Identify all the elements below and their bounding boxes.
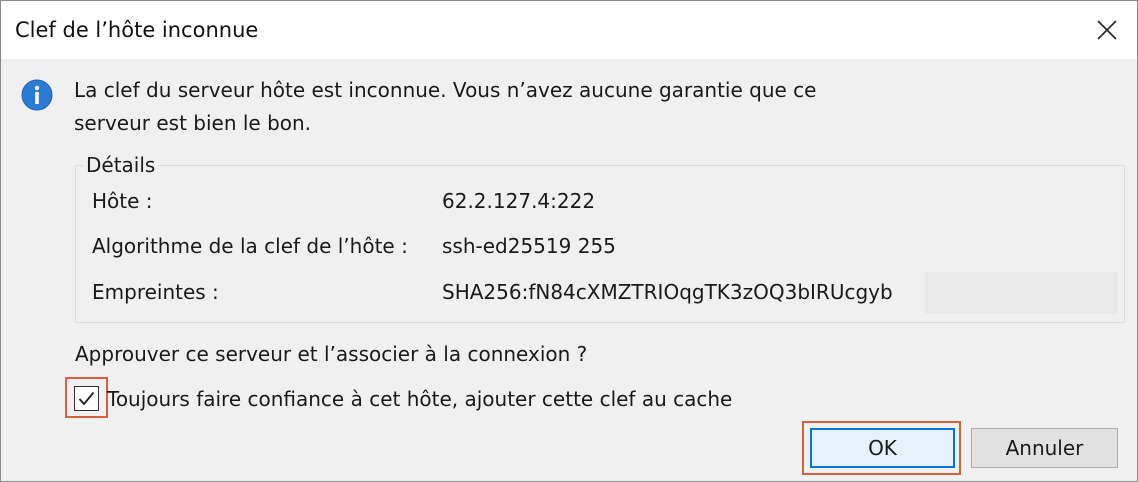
cancel-button[interactable]: Annuler bbox=[971, 428, 1118, 468]
title-bar: Clef de l’hôte inconnue bbox=[1, 1, 1137, 59]
algorithm-value: ssh-ed25519 255 bbox=[442, 234, 616, 258]
trust-host-label[interactable]: Toujours faire confiance à cet hôte, ajo… bbox=[107, 387, 732, 411]
close-button[interactable] bbox=[1077, 1, 1137, 59]
info-icon bbox=[21, 79, 53, 111]
host-value: 62.2.127.4:222 bbox=[442, 189, 596, 213]
approve-question: Approuver ce serveur et l’associer à la … bbox=[75, 342, 588, 366]
details-legend: Détails bbox=[83, 153, 159, 177]
checkmark-icon bbox=[78, 391, 95, 406]
dialog-title: Clef de l’hôte inconnue bbox=[15, 18, 259, 42]
ok-button[interactable]: OK bbox=[810, 428, 955, 468]
fingerprint-label: Empreintes : bbox=[92, 280, 219, 304]
unknown-host-key-dialog: Clef de l’hôte inconnue La clef du serve… bbox=[0, 0, 1138, 482]
fingerprint-value[interactable]: SHA256:fN84cXMZTRIOqgTK3zOQ3bIRUcgyb bbox=[442, 280, 893, 304]
algorithm-label: Algorithme de la clef de l’hôte : bbox=[92, 234, 408, 258]
host-label: Hôte : bbox=[92, 189, 153, 213]
trust-host-checkbox[interactable] bbox=[74, 386, 99, 411]
warning-message: La clef du serveur hôte est inconnue. Vo… bbox=[74, 78, 817, 135]
close-icon bbox=[1097, 20, 1117, 40]
